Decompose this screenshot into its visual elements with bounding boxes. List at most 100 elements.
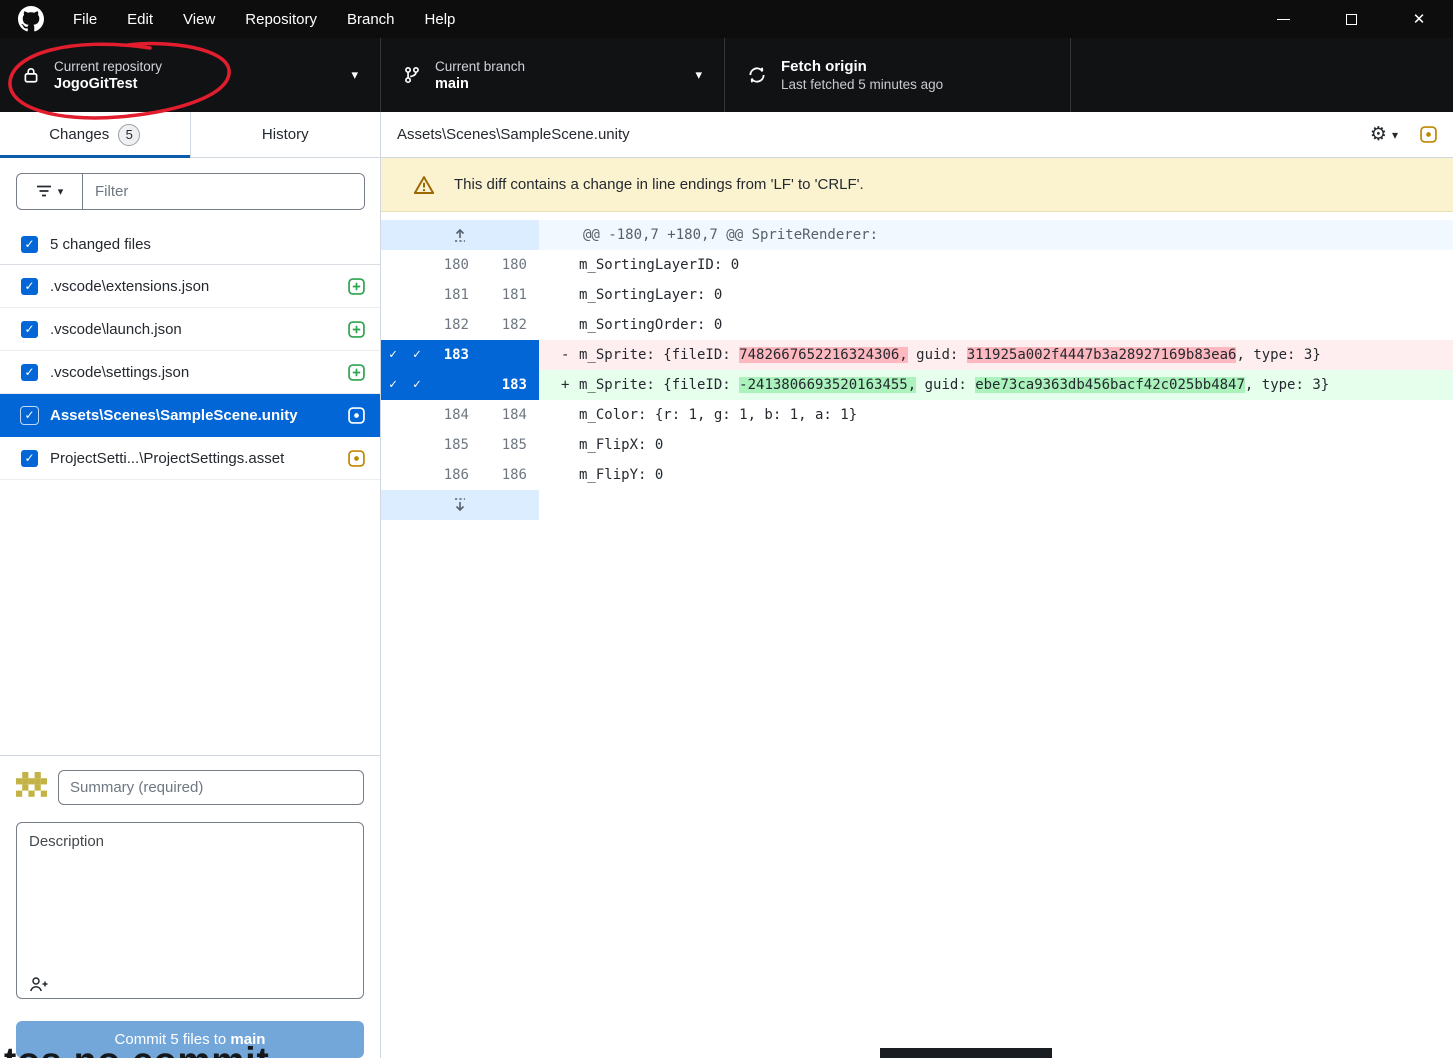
diff-new-line-number bbox=[481, 340, 539, 370]
diff-line-select-strip[interactable] bbox=[381, 250, 405, 280]
file-row[interactable]: ✓ .vscode\settings.json bbox=[0, 351, 380, 394]
diff-line-select-strip[interactable] bbox=[381, 280, 405, 310]
diff-new-line-number: 185 bbox=[481, 430, 539, 460]
close-button[interactable]: ✕ bbox=[1385, 0, 1453, 38]
diff-file-header: Assets\Scenes\SampleScene.unity ⚙ ▾ bbox=[381, 112, 1453, 158]
diff-options-button[interactable]: ⚙ ▾ bbox=[1370, 125, 1398, 144]
current-repository-label: Current repository bbox=[54, 59, 162, 74]
diff-line-select-strip[interactable] bbox=[381, 400, 405, 430]
diff-line-row[interactable]: 184 184 m_Color: {r: 1, g: 1, b: 1, a: 1… bbox=[381, 400, 1453, 430]
menu-item-repository[interactable]: Repository bbox=[230, 0, 332, 38]
file-checkbox[interactable]: ✓ bbox=[21, 278, 38, 295]
line-endings-warning-banner: This diff contains a change in line endi… bbox=[381, 158, 1453, 212]
diff-old-line-number: ✓183 bbox=[405, 340, 481, 370]
file-row[interactable]: ✓ ProjectSetti...\ProjectSettings.asset bbox=[0, 437, 380, 480]
github-octocat-logo-icon bbox=[18, 6, 44, 32]
chevron-down-icon: ▾ bbox=[58, 185, 64, 198]
file-name: .vscode\launch.json bbox=[50, 321, 336, 338]
maximize-button[interactable] bbox=[1317, 0, 1385, 38]
git-branch-icon bbox=[403, 66, 421, 84]
diff-new-line-number: 186 bbox=[481, 460, 539, 490]
file-checkbox[interactable]: ✓ bbox=[21, 407, 38, 424]
diff-old-line-number: 180 bbox=[405, 250, 481, 280]
diff-line-select-strip[interactable]: ✓ bbox=[381, 370, 405, 400]
commit-area: Commit 5 files to main bbox=[0, 755, 380, 1058]
file-row[interactable]: ✓ Assets\Scenes\SampleScene.unity bbox=[0, 394, 380, 437]
diff-line-content: m_Color: {r: 1, g: 1, b: 1, a: 1} bbox=[539, 400, 1453, 430]
diff-line-select-strip[interactable] bbox=[381, 430, 405, 460]
modified-status-icon bbox=[1420, 126, 1437, 143]
diff-old-line-number: 185 bbox=[405, 430, 481, 460]
tab-changes[interactable]: Changes 5 bbox=[0, 112, 191, 157]
diff-line-row[interactable]: 181 181 m_SortingLayer: 0 bbox=[381, 280, 1453, 310]
toolbar: Current repository JogoGitTest ▾ Current… bbox=[0, 38, 1453, 112]
person-plus-icon bbox=[29, 975, 49, 993]
menu-item-edit[interactable]: Edit bbox=[112, 0, 168, 38]
file-checkbox[interactable]: ✓ bbox=[21, 364, 38, 381]
diff-new-line-number: 182 bbox=[481, 310, 539, 340]
warning-icon bbox=[413, 175, 435, 195]
filter-options-button[interactable]: ▾ bbox=[17, 174, 83, 209]
filter-row: ▾ bbox=[0, 158, 380, 224]
sync-icon bbox=[747, 65, 767, 85]
current-branch-button[interactable]: Current branch main ▾ bbox=[381, 38, 725, 112]
file-row[interactable]: ✓ .vscode\extensions.json bbox=[0, 265, 380, 308]
menu-item-help[interactable]: Help bbox=[410, 0, 471, 38]
diff-panel: Assets\Scenes\SampleScene.unity ⚙ ▾ bbox=[381, 112, 1453, 1058]
file-checkbox[interactable]: ✓ bbox=[21, 450, 38, 467]
diff-line-select-strip[interactable] bbox=[381, 310, 405, 340]
diff-line-row[interactable]: ✓ ✓183 -m_Sprite: {fileID: 7482667652216… bbox=[381, 340, 1453, 370]
menu-item-branch[interactable]: Branch bbox=[332, 0, 410, 38]
diff-view: @@ -180,7 +180,7 @@ SpriteRenderer: 180 … bbox=[381, 220, 1453, 1058]
file-name: .vscode\extensions.json bbox=[50, 278, 336, 295]
select-all-checkbox[interactable]: ✓ bbox=[21, 236, 38, 253]
add-co-author-button[interactable] bbox=[29, 975, 49, 993]
diff-line-row[interactable]: 185 185 m_FlipX: 0 bbox=[381, 430, 1453, 460]
diff-line-select-strip[interactable]: ✓ bbox=[381, 340, 405, 370]
menu-item-file[interactable]: File bbox=[58, 0, 112, 38]
last-fetched-text: Last fetched 5 minutes ago bbox=[781, 77, 943, 92]
file-name: ProjectSetti...\ProjectSettings.asset bbox=[50, 450, 336, 467]
tab-history-label: History bbox=[262, 126, 309, 143]
filter-control: ▾ bbox=[16, 173, 365, 210]
diff-line-content: -m_Sprite: {fileID: 7482667652216324306,… bbox=[539, 340, 1453, 370]
file-status-icon bbox=[348, 407, 365, 424]
diff-old-line-number: ✓ bbox=[405, 370, 481, 400]
file-name: .vscode\settings.json bbox=[50, 364, 336, 381]
menu-bar: File Edit View Repository Branch Help bbox=[58, 0, 470, 38]
window-controls: ✕ bbox=[1249, 0, 1453, 38]
current-repository-button[interactable]: Current repository JogoGitTest ▾ bbox=[0, 38, 381, 112]
tab-history[interactable]: History bbox=[191, 112, 381, 157]
chevron-down-icon: ▾ bbox=[351, 67, 358, 83]
avatar bbox=[16, 772, 47, 803]
hunk-header-text: @@ -180,7 +180,7 @@ SpriteRenderer: bbox=[539, 220, 1453, 250]
expand-row-bottom bbox=[381, 490, 1453, 520]
minimize-button[interactable] bbox=[1249, 0, 1317, 38]
chevron-down-icon: ▾ bbox=[695, 67, 702, 83]
diff-line-row[interactable]: 182 182 m_SortingOrder: 0 bbox=[381, 310, 1453, 340]
diff-line-row[interactable]: 186 186 m_FlipY: 0 bbox=[381, 460, 1453, 490]
diff-line-row[interactable]: ✓ ✓ 183 +m_Sprite: {fileID: -24138066935… bbox=[381, 370, 1453, 400]
file-row[interactable]: ✓ .vscode\launch.json bbox=[0, 308, 380, 351]
file-checkbox[interactable]: ✓ bbox=[21, 321, 38, 338]
toolbar-empty-area bbox=[1071, 38, 1453, 112]
changed-files-count-label: 5 changed files bbox=[50, 236, 151, 253]
file-list: ✓ .vscode\extensions.json ✓ .vscode\laun… bbox=[0, 265, 380, 480]
warning-text: This diff contains a change in line endi… bbox=[454, 176, 864, 193]
commit-summary-input[interactable] bbox=[58, 770, 364, 805]
current-repository-value: JogoGitTest bbox=[54, 76, 162, 92]
menu-item-view[interactable]: View bbox=[168, 0, 230, 38]
expand-hunk-up-button[interactable] bbox=[381, 220, 539, 250]
diff-line-content: m_FlipX: 0 bbox=[539, 430, 1453, 460]
diff-new-line-number: 183 bbox=[481, 370, 539, 400]
file-status-icon bbox=[348, 321, 365, 338]
commit-description-input[interactable] bbox=[16, 822, 364, 999]
diff-old-line-number: 184 bbox=[405, 400, 481, 430]
diff-line-select-strip[interactable] bbox=[381, 460, 405, 490]
background-black-bar bbox=[880, 1048, 1052, 1058]
diff-line-row[interactable]: 180 180 m_SortingLayerID: 0 bbox=[381, 250, 1453, 280]
expand-hunk-down-button[interactable] bbox=[381, 490, 539, 520]
filter-input[interactable] bbox=[83, 174, 364, 209]
fetch-origin-button[interactable]: Fetch origin Last fetched 5 minutes ago bbox=[725, 38, 1071, 112]
gear-icon: ⚙ bbox=[1370, 125, 1387, 144]
